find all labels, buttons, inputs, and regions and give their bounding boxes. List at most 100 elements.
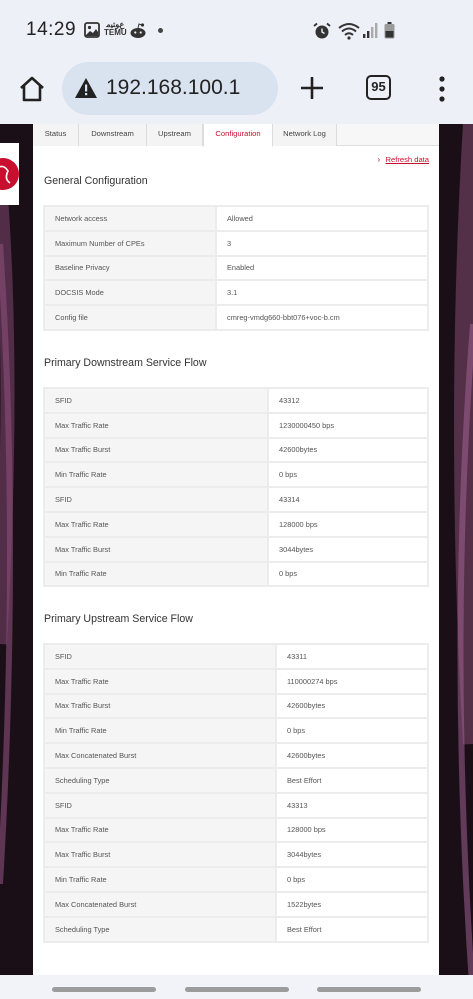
nav-pill-center[interactable]	[185, 987, 289, 992]
upstream-flow-row: SFID 43313	[43, 791, 429, 819]
upstream-flow-title: Primary Upstream Service Flow	[44, 613, 193, 625]
status-bar: 14:29 ﻉﻮﺘﻴﻣ TEMU	[0, 0, 473, 60]
downstream-flow-body: SFID 43312 Max Traffic Rate 1230000450 bps M…	[43, 387, 429, 588]
tab-bar: Status Downstream Upstream Configuration…	[33, 124, 439, 147]
upstream-flow-value: Best Effort	[275, 766, 429, 794]
general-config-value: cmreg-vmdg660-bbt076+voc-b.cm	[215, 304, 429, 331]
general-config-row: DOCSIS Mode 3.1	[43, 279, 429, 307]
downstream-flow-table: SFID 43312 Max Traffic Rate 1230000450 bps M…	[43, 387, 429, 588]
general-configuration-body: Network access Allowed Maximum Number of C…	[43, 205, 429, 331]
content-panel: Status Downstream Upstream Configuration…	[33, 124, 439, 999]
temu-icon: ﻉﻮﺘﻴﻣ TEMU	[104, 21, 127, 37]
upstream-flow-value: 0 bps	[275, 717, 429, 745]
battery-icon	[384, 22, 395, 39]
general-config-value: 3	[215, 229, 429, 257]
downstream-flow-key: Max Traffic Rate	[43, 411, 269, 439]
upstream-flow-value: 128000 bps	[275, 816, 429, 844]
warning-icon[interactable]	[74, 77, 98, 99]
general-config-value: Enabled	[215, 254, 429, 282]
nav-pill-left[interactable]	[52, 987, 156, 992]
upstream-flow-table: SFID 43311 Max Traffic Rate 110000274 bps Ma…	[43, 643, 429, 943]
general-config-value: Allowed	[215, 205, 429, 232]
downstream-flow-value: 0 bps	[267, 560, 429, 588]
downstream-flow-key: SFID	[43, 486, 269, 513]
refresh-data-link[interactable]: › Refresh data	[378, 155, 429, 164]
downstream-flow-value: 43312	[267, 387, 429, 414]
upstream-flow-key: Min Traffic Rate	[43, 866, 277, 893]
gallery-icon	[84, 22, 100, 38]
upstream-flow-value: 42600bytes	[275, 692, 429, 720]
upstream-flow-row: Max Concatenated Burst 1522bytes	[43, 890, 429, 918]
signal-icon	[363, 23, 378, 38]
more-vert-icon[interactable]	[432, 74, 452, 104]
nav-pill-right[interactable]	[317, 987, 421, 992]
upstream-flow-key: SFID	[43, 791, 277, 819]
tab-upstream[interactable]: Upstream	[147, 124, 203, 146]
general-config-row: Config file cmreg-vmdg660-bbt076+voc-b.cm	[43, 304, 429, 331]
upstream-flow-row: Max Traffic Burst 3044bytes	[43, 841, 429, 869]
alarm-icon	[313, 22, 331, 39]
upstream-flow-key: Scheduling Type	[43, 766, 277, 794]
upstream-flow-key: Min Traffic Rate	[43, 717, 277, 745]
downstream-flow-value: 0 bps	[267, 461, 429, 489]
downstream-flow-row: Max Traffic Rate 1230000450 bps	[43, 411, 429, 439]
downstream-flow-value: 128000 bps	[267, 510, 429, 538]
upstream-flow-key: Max Concatenated Burst	[43, 890, 277, 918]
upstream-flow-value: Best Effort	[275, 915, 429, 943]
tab-configuration[interactable]: Configuration	[203, 124, 273, 147]
upstream-flow-key: Scheduling Type	[43, 915, 277, 943]
general-configuration-title: General Configuration	[44, 175, 148, 187]
gesture-navigation-bar	[0, 975, 473, 999]
clock: 14:29	[26, 19, 77, 40]
tab-network-log[interactable]: Network Log	[273, 124, 337, 146]
downstream-flow-row: SFID 43312	[43, 387, 429, 414]
general-config-key: Network access	[43, 205, 217, 232]
downstream-flow-title: Primary Downstream Service Flow	[44, 357, 207, 369]
upstream-flow-value: 0 bps	[275, 866, 429, 893]
upstream-flow-value: 110000274 bps	[275, 667, 429, 695]
upstream-flow-row: Scheduling Type Best Effort	[43, 915, 429, 943]
upstream-flow-body: SFID 43311 Max Traffic Rate 110000274 bps Ma…	[43, 643, 429, 943]
downstream-flow-row: Max Traffic Rate 128000 bps	[43, 510, 429, 538]
upstream-flow-key: SFID	[43, 643, 277, 670]
general-config-key: Baseline Privacy	[43, 254, 217, 282]
general-config-row: Maximum Number of CPEs 3	[43, 229, 429, 257]
upstream-flow-row: Scheduling Type Best Effort	[43, 766, 429, 794]
tab-status[interactable]: Status	[33, 124, 79, 146]
general-config-row: Baseline Privacy Enabled	[43, 254, 429, 282]
address-bar[interactable]: 192.168.100.1	[62, 62, 278, 115]
downstream-flow-key: Max Traffic Rate	[43, 510, 269, 538]
downstream-flow-key: Max Traffic Burst	[43, 436, 269, 464]
reddit-icon	[130, 23, 146, 38]
browser-toolbar: 192.168.100.1 95	[0, 60, 473, 124]
downstream-flow-value: 42600bytes	[267, 436, 429, 464]
upstream-flow-key: Max Traffic Rate	[43, 667, 277, 695]
tab-downstream[interactable]: Downstream	[79, 124, 147, 146]
upstream-flow-row: SFID 43311	[43, 643, 429, 670]
upstream-flow-key: Max Traffic Rate	[43, 816, 277, 844]
virgin-logo-mark	[0, 158, 19, 190]
upstream-flow-value: 3044bytes	[275, 841, 429, 869]
tabs-icon[interactable]: 95	[366, 75, 391, 100]
upstream-flow-key: Max Traffic Burst	[43, 841, 277, 869]
general-config-row: Network access Allowed	[43, 205, 429, 232]
downstream-flow-key: Max Traffic Burst	[43, 535, 269, 563]
general-config-key: Maximum Number of CPEs	[43, 229, 217, 257]
virgin-logo[interactable]	[0, 143, 19, 205]
home-icon[interactable]	[17, 74, 47, 104]
chevron-right-icon: ›	[377, 155, 381, 164]
downstream-flow-value: 1230000450 bps	[267, 411, 429, 439]
downstream-flow-value: 43314	[267, 486, 429, 513]
downstream-flow-row: Min Traffic Rate 0 bps	[43, 560, 429, 588]
downstream-flow-key: Min Traffic Rate	[43, 461, 269, 489]
downstream-flow-key: Min Traffic Rate	[43, 560, 269, 588]
upstream-flow-row: Max Traffic Rate 110000274 bps	[43, 667, 429, 695]
downstream-flow-row: Max Traffic Burst 3044bytes	[43, 535, 429, 563]
plus-icon[interactable]	[298, 74, 326, 102]
upstream-flow-key: Max Concatenated Burst	[43, 742, 277, 769]
general-config-key: DOCSIS Mode	[43, 279, 217, 307]
upstream-flow-value: 43313	[275, 791, 429, 819]
upstream-flow-row: Max Traffic Rate 128000 bps	[43, 816, 429, 844]
url-text[interactable]: 192.168.100.1	[106, 76, 240, 100]
upstream-flow-key: Max Traffic Burst	[43, 692, 277, 720]
